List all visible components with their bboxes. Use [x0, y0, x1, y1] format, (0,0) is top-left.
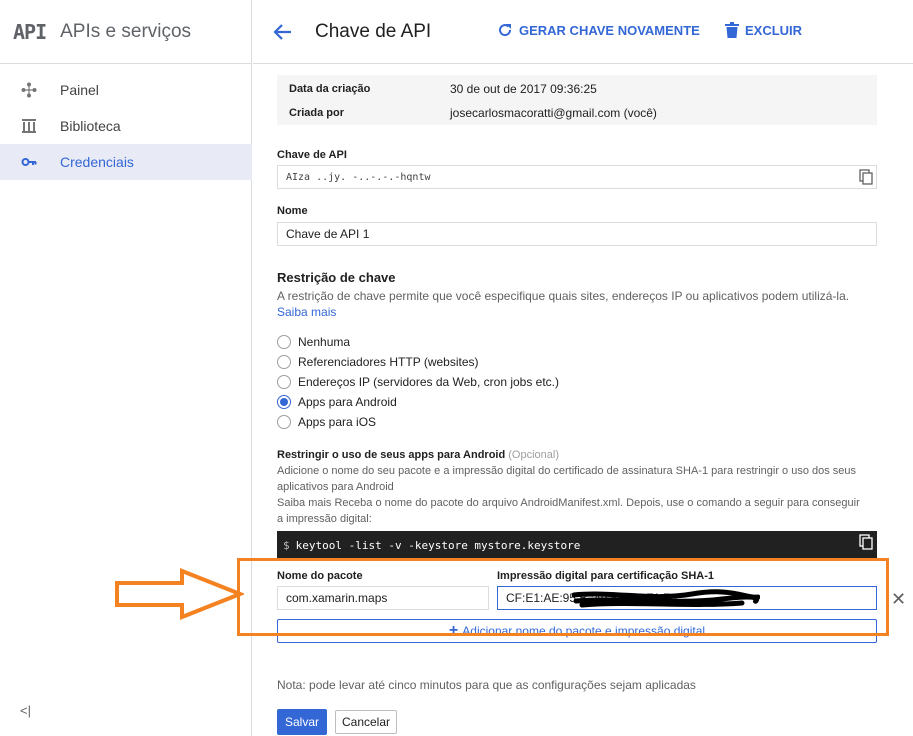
created-date-key: Data da criação [289, 83, 371, 95]
delete-label: EXCLUIR [745, 22, 803, 38]
refresh-icon [499, 24, 512, 37]
android-restriction-title: Restringir o uso de seus apps para Andro… [277, 449, 559, 461]
api-logo: API [13, 19, 47, 44]
name-field[interactable]: Chave de API 1 [277, 222, 877, 246]
trash-icon [725, 22, 739, 38]
command-text: keytool -list -v -keystore mystore.keyst… [295, 538, 581, 552]
name-label: Nome [277, 205, 308, 217]
header: Chave de API GERAR CHAVE NOVAMENTE EXCLU… [253, 0, 913, 64]
command-prompt: $ [283, 538, 290, 552]
radio-label: Apps para iOS [298, 415, 377, 429]
learn-more-link[interactable]: Saiba mais [277, 305, 336, 319]
radio-circle [277, 415, 291, 429]
radio-ios-apps[interactable]: Apps para iOS [277, 415, 376, 429]
name-value: Chave de API 1 [286, 227, 370, 241]
optional-label: (Opcional) [508, 449, 560, 461]
key-icon [20, 153, 38, 171]
radio-label: Apps para Android [298, 395, 397, 409]
radio-circle-selected [277, 395, 291, 409]
radio-http-referrers[interactable]: Referenciadores HTTP (websites) [277, 355, 479, 369]
note-text: Nota: pode levar até cinco minutos para … [277, 678, 696, 692]
radio-circle [277, 335, 291, 349]
remove-row-icon[interactable]: ✕ [891, 589, 906, 610]
radio-label: Referenciadores HTTP (websites) [298, 355, 479, 369]
annotation-arrow-icon [115, 568, 244, 620]
android-description: Adicione o nome do seu pacote e a impres… [277, 465, 857, 493]
sidebar-item-biblioteca[interactable]: Biblioteca [0, 108, 252, 144]
app-root: API APIs e serviços Painel Biblioteca Cr… [0, 0, 913, 736]
radio-circle [277, 375, 291, 389]
page-title: Chave de API [315, 21, 432, 42]
sidebar-item-label: Credenciais [60, 154, 134, 170]
api-key-value: AIza ..jy. -..-.-.-hqntw [286, 171, 431, 183]
save-button[interactable]: Salvar [277, 709, 327, 735]
radio-label: Endereços IP (servidores da Web, cron jo… [298, 375, 560, 389]
collapse-sidebar-icon[interactable]: <| [20, 703, 31, 718]
sidebar-item-painel[interactable]: Painel [0, 72, 252, 108]
delete-button[interactable]: EXCLUIR [725, 22, 802, 38]
radio-label: Nenhuma [298, 335, 351, 349]
regenerate-key-button[interactable]: GERAR CHAVE NOVAMENTE [497, 22, 700, 38]
api-key-label: Chave de API [277, 149, 347, 161]
android-instructions: Saiba mais Receba o nome do pacote do ar… [277, 497, 860, 525]
radio-android-apps[interactable]: Apps para Android [277, 395, 397, 409]
back-arrow-icon[interactable] [271, 20, 293, 44]
radio-ip-addresses[interactable]: Endereços IP (servidores da Web, cron jo… [277, 375, 559, 389]
sidebar-item-credenciais[interactable]: Credenciais [0, 144, 252, 180]
sidebar: API APIs e serviços Painel Biblioteca Cr… [0, 0, 252, 736]
created-by-value: josecarlosmacoratti@gmail.com (você) [450, 106, 657, 120]
sidebar-title: APIs e serviços [60, 20, 192, 42]
radio-circle [277, 355, 291, 369]
copy-icon[interactable] [859, 169, 875, 185]
android-restriction-title-text: Restringir o uso de seus apps para Andro… [277, 449, 506, 461]
copy-icon[interactable] [859, 534, 875, 550]
cancel-button[interactable]: Cancelar [335, 710, 397, 734]
regenerate-key-label: GERAR CHAVE NOVAMENTE [519, 22, 700, 38]
api-key-field[interactable]: AIza ..jy. -..-.-.-hqntw [277, 165, 877, 189]
radio-nenhuma[interactable]: Nenhuma [277, 335, 350, 349]
annotation-highlight-box [237, 558, 889, 636]
restriction-description: A restrição de chave permite que você es… [277, 289, 850, 303]
dashboard-icon [20, 81, 38, 99]
command-box: $ keytool -list -v -keystore mystore.key… [277, 531, 877, 559]
sidebar-item-label: Biblioteca [60, 118, 121, 134]
info-box: Data da criação 30 de out de 2017 09:36:… [277, 75, 877, 125]
library-icon [20, 117, 38, 135]
restriction-title: Restrição de chave [277, 270, 396, 285]
sidebar-header: API APIs e serviços [0, 0, 251, 64]
created-by-key: Criada por [289, 107, 345, 119]
sidebar-item-label: Painel [60, 82, 99, 98]
created-date-value: 30 de out de 2017 09:36:25 [450, 82, 597, 96]
